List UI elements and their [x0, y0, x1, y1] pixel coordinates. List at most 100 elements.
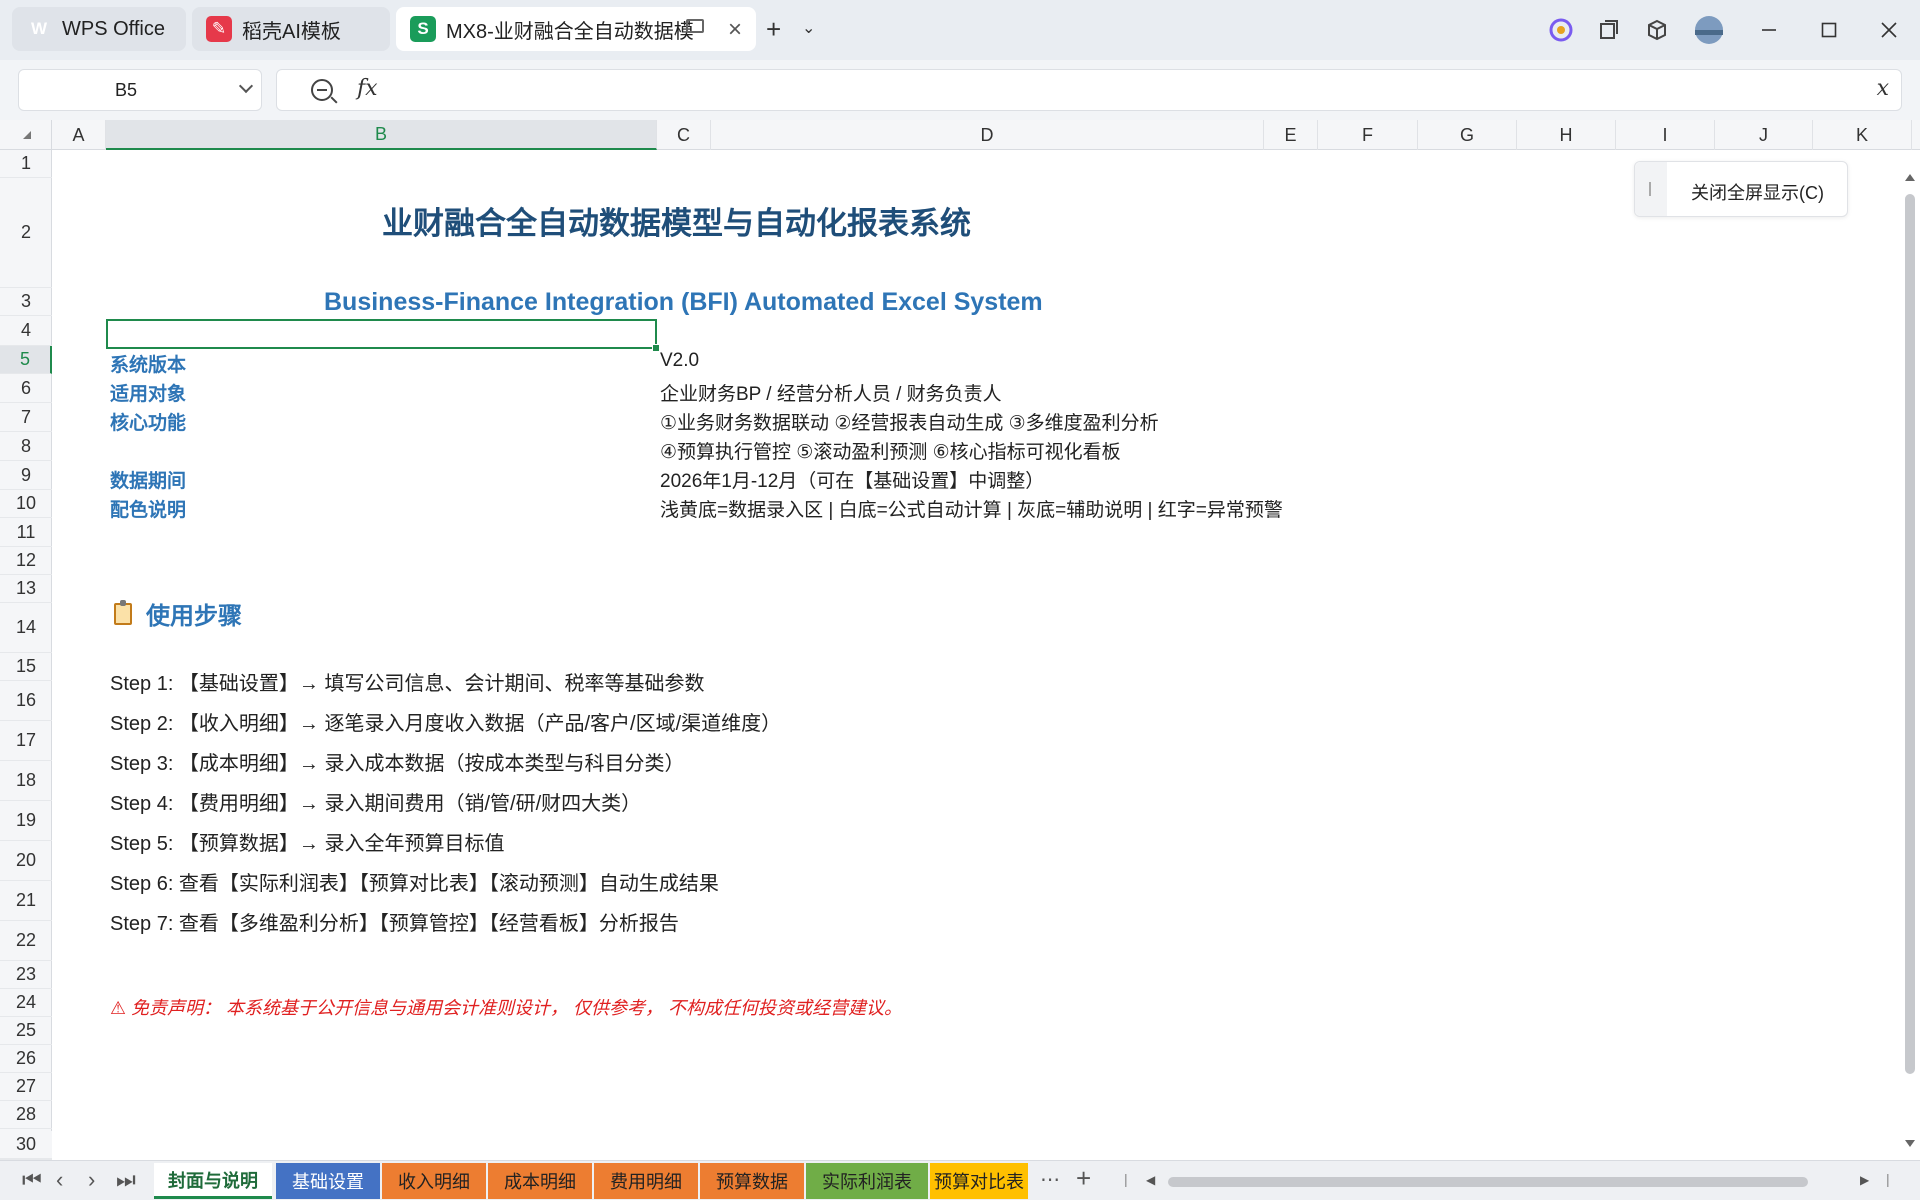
step-item[interactable]: Step 3: 【成本明细】→ 录入成本数据（按成本类型与科目分类）: [110, 747, 685, 776]
column-header-e[interactable]: E: [1264, 120, 1318, 150]
column-header-d[interactable]: D: [711, 120, 1264, 150]
add-sheet-plus-icon[interactable]: +: [1076, 1163, 1091, 1194]
info-value-version[interactable]: V2.0: [660, 350, 699, 372]
row-header[interactable]: 18: [0, 761, 52, 801]
sheet-tab-budget-compare[interactable]: 预算对比表: [930, 1163, 1028, 1199]
row-header[interactable]: 7: [0, 403, 52, 432]
drag-handle[interactable]: [1635, 162, 1667, 216]
row-header[interactable]: 9: [0, 461, 52, 490]
window-copy-icon[interactable]: [1592, 14, 1626, 46]
row-header[interactable]: 15: [0, 653, 52, 681]
info-value-colors[interactable]: 浅黄底=数据录入区 | 白底=公式自动计算 | 灰底=辅助说明 | 红字=异常预…: [660, 495, 1283, 522]
info-value-period[interactable]: 2026年1月-12月（可在【基础设置】中调整）: [660, 466, 1044, 493]
sheet-tab-cost[interactable]: 成本明细: [488, 1163, 592, 1199]
new-tab-plus-icon[interactable]: +: [766, 14, 781, 44]
cube-icon[interactable]: [1640, 14, 1674, 46]
info-label-colors[interactable]: 配色说明: [110, 495, 186, 522]
column-header-j[interactable]: J: [1715, 120, 1813, 150]
scroll-thumb[interactable]: [1905, 194, 1915, 1074]
ai-assistant-icon[interactable]: [1544, 14, 1578, 46]
row-header[interactable]: 26: [0, 1045, 52, 1073]
row-header[interactable]: 20: [0, 841, 52, 881]
info-value-features-cont[interactable]: ④预算执行管控 ⑤滚动盈利预测 ⑥核心指标可视化看板: [660, 437, 1121, 464]
last-sheet-icon[interactable]: ⏭: [116, 1167, 136, 1193]
row-header[interactable]: 13: [0, 575, 52, 603]
info-label-features[interactable]: 核心功能: [110, 408, 186, 435]
selected-cell-b5[interactable]: [106, 319, 657, 349]
row-header[interactable]: 30: [0, 1131, 52, 1159]
step-item[interactable]: Step 6: 查看【实际利润表】【预算对比表】【滚动预测】自动生成结果: [110, 867, 719, 896]
column-header-i[interactable]: I: [1616, 120, 1715, 150]
spreadsheet-grid[interactable]: 业财融合全自动数据模型与自动化报表系统 Business-Finance Int…: [52, 150, 1900, 1160]
scroll-right-arrow-icon[interactable]: ▶: [1860, 1173, 1869, 1187]
scroll-end-divider[interactable]: |: [1886, 1171, 1890, 1187]
close-tab-icon[interactable]: ×: [728, 16, 742, 44]
tab-wps-office[interactable]: W WPS Office: [12, 7, 186, 51]
zoom-out-icon[interactable]: [311, 79, 333, 101]
info-label-audience[interactable]: 适用对象: [110, 379, 186, 406]
row-header[interactable]: 14: [0, 603, 52, 653]
name-box[interactable]: B5: [18, 69, 262, 111]
sheet-tab-expense[interactable]: 费用明细: [594, 1163, 698, 1199]
row-header[interactable]: 21: [0, 881, 52, 921]
next-sheet-icon[interactable]: ›: [88, 1167, 95, 1193]
row-header[interactable]: 22: [0, 921, 52, 961]
row-header[interactable]: 5: [0, 346, 52, 374]
row-header[interactable]: 25: [0, 1017, 52, 1045]
info-label-version[interactable]: 系统版本: [110, 350, 186, 377]
tab-daoke-ai-templates[interactable]: ✎ 稻壳AI模板: [192, 7, 390, 51]
fill-handle[interactable]: [652, 344, 660, 352]
formula-input[interactable]: fx 𝑥: [276, 69, 1902, 111]
scroll-up-arrow-icon[interactable]: [1905, 174, 1915, 181]
vertical-scrollbar[interactable]: [1900, 150, 1920, 1160]
row-header[interactable]: 2: [0, 178, 52, 288]
column-header-c[interactable]: C: [657, 120, 711, 150]
sheet-tab-income[interactable]: 收入明细: [382, 1163, 486, 1199]
prev-sheet-icon[interactable]: ‹: [56, 1167, 63, 1193]
scroll-down-arrow-icon[interactable]: [1905, 1140, 1915, 1147]
row-header[interactable]: 17: [0, 721, 52, 761]
horizontal-scroll-thumb[interactable]: [1168, 1177, 1808, 1187]
column-header-k[interactable]: K: [1813, 120, 1912, 150]
column-header-f[interactable]: F: [1318, 120, 1418, 150]
step-item[interactable]: Step 5: 【预算数据】→ 录入全年预算目标值: [110, 827, 505, 856]
row-header[interactable]: 19: [0, 801, 52, 841]
sheet-tab-actual-pl[interactable]: 实际利润表: [806, 1163, 928, 1199]
column-header-h[interactable]: H: [1517, 120, 1616, 150]
disclaimer-text[interactable]: ⚠ 免责声明： 本系统基于公开信息与通用会计准则设计， 仅供参考， 不构成任何投…: [110, 994, 902, 1020]
chevron-down-icon[interactable]: [238, 78, 254, 94]
row-header[interactable]: 1: [0, 150, 52, 178]
more-sheets-icon[interactable]: ⋯: [1040, 1167, 1060, 1192]
info-value-audience[interactable]: 企业财务BP / 经营分析人员 / 财务负责人: [660, 379, 1002, 406]
tab-split-divider[interactable]: |: [1124, 1171, 1128, 1187]
info-label-period[interactable]: 数据期间: [110, 466, 186, 493]
row-header[interactable]: 11: [0, 518, 52, 547]
fx-icon[interactable]: fx: [357, 76, 378, 101]
row-header[interactable]: 10: [0, 490, 52, 518]
row-header[interactable]: 23: [0, 961, 52, 989]
scroll-left-arrow-icon[interactable]: ◀: [1146, 1173, 1155, 1187]
sheet-tab-cover[interactable]: 封面与说明: [154, 1163, 272, 1199]
first-sheet-icon[interactable]: ⏮: [22, 1167, 42, 1193]
info-value-features[interactable]: ①业务财务数据联动 ②经营报表自动生成 ③多维度盈利分析: [660, 408, 1159, 435]
column-header-b[interactable]: B: [106, 120, 657, 150]
step-item[interactable]: Step 2: 【收入明细】→ 逐笔录入月度收入数据（产品/客户/区域/渠道维度…: [110, 707, 781, 736]
formula-expand-icon[interactable]: 𝑥: [1877, 76, 1889, 101]
sheet-tab-budget[interactable]: 预算数据: [700, 1163, 804, 1199]
column-header-g[interactable]: G: [1418, 120, 1517, 150]
row-header[interactable]: 24: [0, 989, 52, 1017]
row-header[interactable]: 3: [0, 288, 52, 316]
step-item[interactable]: Step 7: 查看【多维盈利分析】【预算管控】【经营看板】分析报告: [110, 907, 679, 936]
maximize-icon[interactable]: [1812, 14, 1846, 46]
steps-heading[interactable]: 使用步骤: [114, 596, 242, 631]
sheet-title[interactable]: 业财融合全自动数据模型与自动化报表系统: [382, 198, 971, 243]
column-header-a[interactable]: A: [52, 120, 106, 150]
row-header[interactable]: 27: [0, 1073, 52, 1101]
row-header[interactable]: 6: [0, 374, 52, 403]
minimize-icon[interactable]: [1752, 14, 1786, 46]
row-header[interactable]: 28: [0, 1101, 52, 1129]
avatar[interactable]: [1692, 14, 1726, 46]
sheet-subtitle[interactable]: Business-Finance Integration (BFI) Autom…: [324, 288, 1043, 317]
exit-fullscreen-button[interactable]: 关闭全屏显示(C): [1634, 161, 1848, 217]
select-all-corner[interactable]: [0, 120, 52, 150]
